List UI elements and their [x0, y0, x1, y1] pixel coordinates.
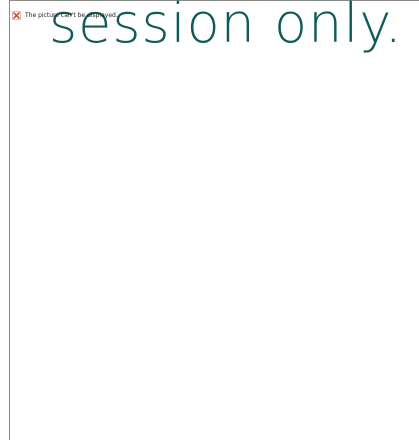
- broken-image-icon: [12, 11, 21, 20]
- broken-image-message: The picture can't be displayed.: [25, 11, 118, 19]
- slide-text: session only.: [49, 0, 403, 55]
- slide-frame: [9, 0, 419, 440]
- broken-image-placeholder: The picture can't be displayed.: [12, 11, 118, 20]
